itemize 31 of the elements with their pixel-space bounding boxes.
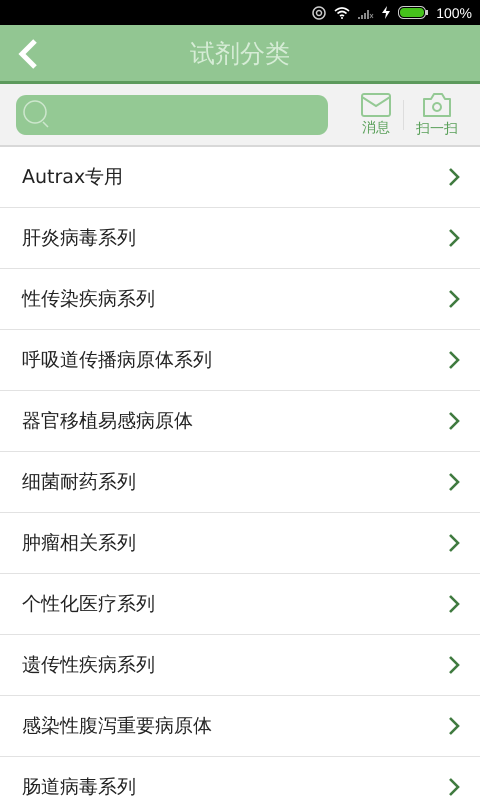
category-item[interactable]: 个性化医疗系列 (0, 574, 480, 635)
hotspot-icon (312, 6, 326, 20)
category-item[interactable]: 器官移植易感病原体 (0, 391, 480, 452)
category-item[interactable]: 遗传性疾病系列 (0, 635, 480, 696)
chevron-right-icon (448, 289, 460, 309)
chevron-right-icon (448, 655, 460, 675)
chevron-right-icon (448, 777, 460, 797)
category-item[interactable]: Autrax专用 (0, 147, 480, 208)
category-item[interactable]: 感染性腹泻重要病原体 (0, 696, 480, 757)
chevron-right-icon (448, 594, 460, 614)
chevron-right-icon (448, 350, 460, 370)
chevron-right-icon (448, 411, 460, 431)
category-item[interactable]: 肠道病毒系列 (0, 757, 480, 800)
wifi-icon (334, 6, 350, 18)
category-item[interactable]: 性传染疾病系列 (0, 269, 480, 330)
camera-icon (422, 92, 452, 118)
chevron-right-icon (448, 167, 460, 187)
chevron-right-icon (448, 533, 460, 553)
search-field[interactable] (16, 94, 328, 134)
chevron-right-icon (448, 716, 460, 736)
category-item[interactable]: 呼吸道传播病原体系列 (0, 330, 480, 391)
chevron-right-icon (448, 228, 460, 248)
page-title: 试剂分类 (190, 38, 290, 70)
category-item[interactable]: 肿瘤相关系列 (0, 513, 480, 574)
category-item[interactable]: 肝炎病毒系列 (0, 208, 480, 269)
mail-icon (361, 92, 391, 116)
battery-icon (398, 6, 428, 19)
chevron-right-icon (448, 472, 460, 492)
category-item[interactable]: 细菌耐药系列 (0, 452, 480, 513)
battery-percent: 100% (436, 4, 472, 20)
charging-icon (382, 6, 390, 19)
